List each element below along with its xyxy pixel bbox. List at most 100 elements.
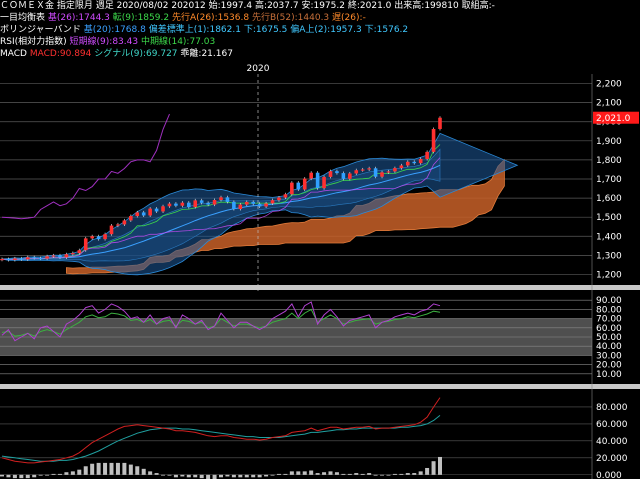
- rsi-tick-label: 30.00: [596, 351, 622, 361]
- price-tick-label: 2,200: [596, 80, 622, 90]
- candle-body: [373, 168, 378, 177]
- macd-tick-label: 40.000: [596, 437, 628, 447]
- macd-histogram-bar: [109, 462, 114, 475]
- bar-date: 2020/08/02: [116, 1, 169, 11]
- candle-body: [270, 200, 275, 204]
- price-tick-label: 1,900: [596, 137, 622, 147]
- candle-body: [322, 176, 326, 189]
- candle-body: [264, 203, 268, 207]
- candle-body: [90, 236, 94, 239]
- price-tick-label: 1,500: [596, 213, 622, 223]
- candle-body: [167, 203, 172, 207]
- candle-body: [83, 238, 88, 251]
- rsi-tick-label: 90.00: [596, 296, 622, 306]
- macd-histogram-bar: [64, 472, 69, 475]
- candle-body: [180, 202, 185, 206]
- macd-histogram-bar: [135, 466, 140, 475]
- low-value: 1975.2: [313, 1, 345, 11]
- macd-histogram-bar: [315, 473, 320, 475]
- rsi-tick-label: 40.00: [596, 342, 622, 352]
- macd-histogram-bar: [276, 473, 281, 475]
- header-rsi-row: RSI(相対力指数) 短期線(9):83.43 中期線(14):77.03: [0, 37, 216, 47]
- macd-histogram-bar: [103, 462, 108, 475]
- macd-histogram-bar: [283, 473, 288, 475]
- candle-body: [122, 220, 127, 225]
- macd-histogram-bar: [19, 474, 24, 479]
- close-value: 2021.0: [359, 1, 392, 11]
- macd-histogram-bar: [425, 467, 430, 475]
- macd-value: 90.894: [59, 49, 92, 59]
- chart-area[interactable]: 1,200 1,300 1,400 1,500 1,600 1,700 1,800 1,900…: [0, 60, 640, 479]
- macd-histogram-bar: [367, 473, 372, 475]
- ichimoku-label: 一目均衡表: [0, 13, 46, 23]
- macd-histogram-bar: [405, 473, 410, 475]
- macd-histogram-bar: [341, 473, 346, 475]
- open-value: 1997.4: [220, 1, 253, 11]
- macd-histogram-bar: [70, 471, 75, 475]
- macd-tick-label: 0.000: [596, 471, 622, 479]
- candle-body: [328, 171, 333, 177]
- candle-body: [367, 168, 371, 170]
- macd-histogram-bar: [219, 474, 223, 478]
- candle-body: [277, 197, 281, 201]
- rsi-panel[interactable]: 10.0020.0030.0040.0050.0060.0070.0080.00…: [0, 291, 622, 383]
- candle-body: [109, 225, 114, 235]
- candle-body: [244, 201, 249, 205]
- macd-histogram-bar: [206, 474, 211, 479]
- macd-histogram-bar: [122, 462, 127, 475]
- macd-histogram-bar: [431, 461, 436, 475]
- macd-tick-label: 80.000: [596, 403, 628, 413]
- candle-body: [206, 202, 210, 205]
- price-tick-label: 1,700: [596, 175, 622, 185]
- macd-histogram-bar: [392, 473, 397, 475]
- base-line-value: 1744.3: [78, 13, 110, 23]
- x-axis-year-label: 2020: [247, 64, 270, 74]
- candle-body: [315, 172, 320, 189]
- candle-body: [6, 258, 11, 261]
- candle-body: [174, 203, 178, 206]
- candle-body: [103, 234, 107, 240]
- candle-body: [296, 182, 301, 190]
- candle-body: [335, 171, 339, 174]
- macd-histogram-bar: [32, 474, 37, 478]
- candle-body: [129, 216, 133, 221]
- macd-histogram-bar: [154, 473, 159, 475]
- candle-body: [238, 204, 243, 209]
- panel-divider: [0, 384, 640, 389]
- candle-body: [154, 208, 159, 212]
- macd-histogram-bar: [148, 471, 153, 475]
- signal-value: 69.727: [146, 49, 178, 59]
- macd-histogram-bar: [212, 474, 217, 479]
- candle-body: [399, 165, 404, 169]
- macd-histogram-bar: [161, 474, 166, 476]
- macd-histogram-bar: [322, 472, 327, 475]
- candle-body: [431, 128, 436, 152]
- candle-body: [405, 161, 410, 166]
- candle-body: [38, 258, 43, 260]
- macd-histogram-bar: [296, 471, 301, 475]
- candle-body: [225, 197, 230, 202]
- candle-body: [290, 182, 294, 195]
- macd-histogram-bar: [354, 473, 359, 475]
- macd-histogram-bar: [264, 474, 269, 477]
- candle-body: [116, 224, 120, 226]
- macd-tick-label: 60.000: [596, 420, 628, 430]
- macd-histogram-bar: [225, 474, 230, 477]
- chart-header: ＣＯＭＥＸ金 指定限月 週足 2020/08/02 202012 始:1997.…: [0, 0, 640, 60]
- macd-histogram-bar: [77, 469, 82, 475]
- macd-histogram-bar: [328, 471, 333, 475]
- macd-histogram-bar: [380, 474, 385, 476]
- macd-histogram-bar: [173, 474, 178, 478]
- panel-divider: [0, 285, 640, 290]
- candle-body: [199, 200, 204, 203]
- bb-dn2-value: 1576.2: [376, 25, 409, 35]
- macd-panel[interactable]: 0.000 20.000 40.000 60.000 80.000: [0, 390, 628, 479]
- macd-histogram-bar: [270, 474, 275, 476]
- header-ichimoku-row: 一目均衡表 基(26):1744.3 転(9):1859.2 先行A(26):1…: [0, 13, 366, 23]
- candle-body: [341, 173, 346, 179]
- macd-histogram-bar: [6, 474, 11, 478]
- candle-body: [32, 257, 37, 259]
- span-b-value: 1440.3: [297, 13, 330, 23]
- candle-body: [283, 194, 288, 198]
- candle-body: [58, 255, 62, 258]
